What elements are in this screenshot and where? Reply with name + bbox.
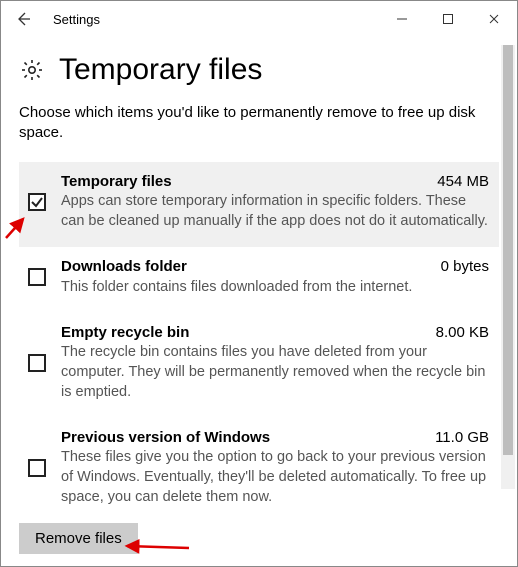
checkbox-column [23, 172, 51, 231]
checkbox-column [23, 323, 51, 402]
gear-icon [19, 57, 45, 83]
content-area: Choose which items you'd like to permane… [1, 95, 517, 523]
page-header: Temporary files [1, 37, 517, 95]
item-name: Temporary files [61, 172, 172, 192]
back-button[interactable] [11, 7, 35, 31]
close-button[interactable] [471, 1, 517, 37]
checkbox-column [23, 428, 51, 507]
item-body: Empty recycle bin 8.00 KBThe recycle bin … [61, 323, 489, 402]
items-list: Temporary files 454 MBApps can store temp… [19, 162, 499, 523]
list-item: Downloads folder 0 bytesThis folder conta… [19, 247, 499, 313]
item-description: These files give you the option to go ba… [61, 448, 489, 507]
item-checkbox[interactable] [28, 193, 46, 211]
item-name: Empty recycle bin [61, 323, 189, 343]
page-title: Temporary files [59, 53, 262, 87]
item-size: 454 MB [437, 172, 489, 192]
item-checkbox[interactable] [28, 354, 46, 372]
item-name: Downloads folder [61, 257, 187, 277]
window-title: Settings [53, 12, 100, 27]
maximize-button[interactable] [425, 1, 471, 37]
item-checkbox[interactable] [28, 268, 46, 286]
window-controls [379, 1, 517, 37]
item-size: 8.00 KB [436, 323, 489, 343]
item-size: 11.0 GB [435, 428, 489, 448]
scrollbar[interactable] [501, 45, 515, 489]
list-item: Temporary files 454 MBApps can store temp… [19, 162, 499, 247]
item-name: Previous version of Windows [61, 428, 270, 448]
list-item: Previous version of Windows 11.0 GBThese … [19, 418, 499, 523]
item-description: The recycle bin contains files you have … [61, 343, 489, 402]
list-item: Empty recycle bin 8.00 KBThe recycle bin … [19, 313, 499, 418]
item-size: 0 bytes [441, 257, 489, 277]
scrollbar-thumb[interactable] [503, 45, 513, 455]
page-description: Choose which items you'd like to permane… [19, 103, 479, 142]
remove-files-button[interactable]: Remove files [19, 523, 138, 554]
minimize-button[interactable] [379, 1, 425, 37]
item-body: Temporary files 454 MBApps can store temp… [61, 172, 489, 231]
item-body: Downloads folder 0 bytesThis folder conta… [61, 257, 489, 297]
titlebar: Settings [1, 1, 517, 37]
checkbox-column [23, 257, 51, 297]
item-description: This folder contains files downloaded fr… [61, 278, 489, 298]
item-description: Apps can store temporary information in … [61, 192, 489, 231]
item-body: Previous version of Windows 11.0 GBThese … [61, 428, 489, 507]
item-checkbox[interactable] [28, 459, 46, 477]
